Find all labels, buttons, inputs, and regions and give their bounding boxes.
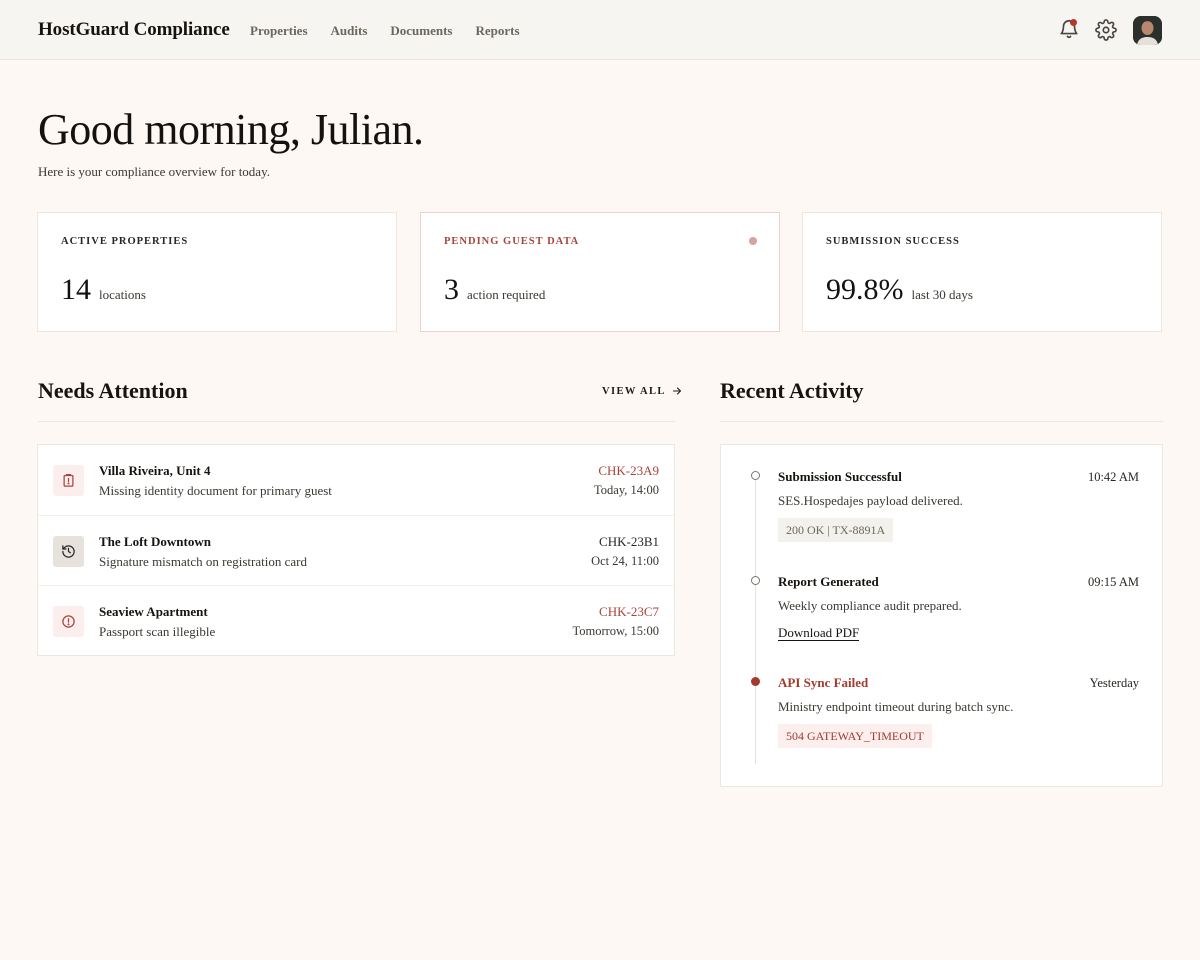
top-navigation-bar: HostGuard Compliance Properties Audits D… — [0, 0, 1200, 60]
download-pdf-link[interactable]: Download PDF — [778, 625, 860, 641]
gear-icon[interactable] — [1095, 19, 1117, 41]
greeting-title: Good morning, Julian. — [38, 105, 424, 154]
attention-item-time: Tomorrow, 15:00 — [572, 624, 660, 638]
attention-item-time: Today, 14:00 — [594, 483, 659, 497]
timeline-node — [751, 576, 760, 585]
stat-unit: locations — [99, 287, 146, 302]
activity-description: Weekly compliance audit prepared. — [778, 598, 962, 613]
view-all-link[interactable]: VIEW ALL — [602, 385, 683, 397]
stat-unit: last 30 days — [911, 287, 973, 302]
needs-attention-list: Villa Riveira, Unit 4 Missing identity d… — [37, 444, 675, 656]
recent-activity-timeline: Submission Successful 10:42 AM SES.Hospe… — [720, 444, 1163, 787]
stat-unit: action required — [467, 287, 546, 302]
attention-item-the-loft[interactable]: The Loft Downtown Signature mismatch on … — [38, 515, 674, 585]
nav-link-documents[interactable]: Documents — [390, 23, 452, 39]
attention-item-code: CHK-23C7 — [599, 604, 659, 619]
recent-activity-title: Recent Activity — [720, 378, 864, 403]
bell-icon[interactable] — [1058, 18, 1080, 40]
activity-description: SES.Hospedajes payload delivered. — [778, 493, 963, 508]
attention-item-time: Oct 24, 11:00 — [591, 554, 659, 568]
section-divider — [38, 421, 675, 422]
attention-item-villa-riveira[interactable]: Villa Riveira, Unit 4 Missing identity d… — [38, 445, 674, 515]
attention-item-code: CHK-23A9 — [598, 463, 659, 478]
attention-item-code: CHK-23B1 — [599, 534, 659, 549]
stat-card-active-properties[interactable]: ACTIVE PROPERTIES 14 locations — [37, 212, 397, 332]
app-brand[interactable]: HostGuard Compliance — [38, 19, 230, 41]
greeting-subtitle: Here is your compliance overview for tod… — [38, 164, 270, 179]
nav-link-audits[interactable]: Audits — [331, 23, 368, 39]
stat-card-submission-success[interactable]: SUBMISSION SUCCESS 99.8% last 30 days — [802, 212, 1162, 332]
stat-value: 14 — [61, 273, 91, 306]
activity-title: Report Generated — [778, 574, 879, 589]
history-icon — [53, 536, 84, 567]
section-divider — [720, 421, 1163, 422]
needs-attention-title: Needs Attention — [38, 378, 188, 403]
nav-link-reports[interactable]: Reports — [476, 23, 520, 39]
stat-label: PENDING GUEST DATA — [444, 236, 580, 247]
attention-item-title: The Loft Downtown — [99, 534, 211, 549]
activity-description: Ministry endpoint timeout during batch s… — [778, 699, 1014, 714]
stat-value: 99.8% — [826, 273, 904, 306]
activity-time: 10:42 AM — [1087, 470, 1139, 484]
timeline-node — [751, 471, 760, 480]
attention-item-title: Villa Riveira, Unit 4 — [99, 463, 211, 478]
attention-item-seaview[interactable]: Seaview Apartment Passport scan illegibl… — [38, 585, 674, 655]
stat-card-pending-guest-data[interactable]: PENDING GUEST DATA 3 action required — [420, 212, 780, 332]
stat-label: SUBMISSION SUCCESS — [826, 236, 960, 247]
status-indicator-dot — [749, 237, 757, 245]
attention-item-description: Missing identity document for primary gu… — [99, 483, 332, 498]
timeline-line — [755, 479, 756, 764]
activity-time: 09:15 AM — [1087, 575, 1139, 589]
stat-value: 3 — [444, 273, 459, 306]
user-avatar[interactable] — [1133, 16, 1162, 45]
attention-item-description: Signature mismatch on registration card — [99, 554, 307, 569]
activity-title: API Sync Failed — [778, 675, 869, 690]
arrow-right-icon — [672, 387, 681, 395]
clipboard-alert-icon — [53, 465, 84, 496]
attention-item-description: Passport scan illegible — [99, 624, 216, 639]
nav-link-properties[interactable]: Properties — [250, 23, 308, 39]
activity-time: Yesterday — [1089, 676, 1139, 690]
alert-circle-icon — [53, 606, 84, 637]
notification-dot — [1070, 19, 1077, 26]
activity-error-chip: 504 GATEWAY_TIMEOUT — [778, 724, 932, 748]
view-all-label: VIEW ALL — [602, 385, 666, 397]
stat-label: ACTIVE PROPERTIES — [61, 236, 189, 247]
activity-status-chip: 200 OK | TX-8891A — [778, 518, 894, 542]
activity-title: Submission Successful — [778, 469, 902, 484]
main-nav: Properties Audits Documents Reports — [250, 23, 520, 39]
attention-item-title: Seaview Apartment — [99, 604, 208, 619]
timeline-node-error — [751, 677, 760, 686]
